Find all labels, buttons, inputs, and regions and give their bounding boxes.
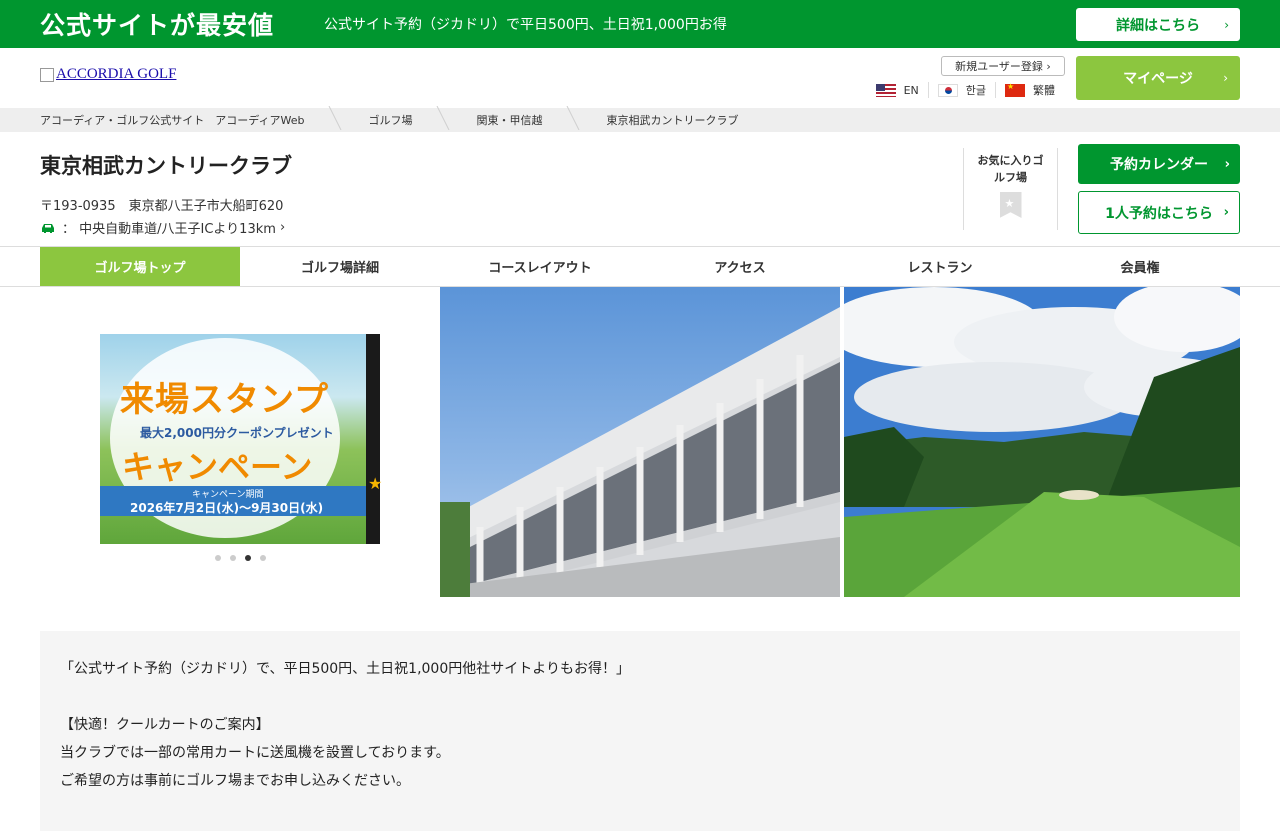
carousel-dot[interactable] [260, 555, 266, 561]
notice-line: 当クラブでは一部の常用カートに送風機を設置しております。 [60, 745, 450, 761]
clubhouse-photo [440, 287, 840, 597]
access-text: 中央自動車道/八王子ICより13km [79, 222, 276, 237]
carousel-dot-active[interactable] [245, 555, 251, 561]
breadcrumb-separator-icon [567, 106, 580, 130]
calendar-button-label: 予約カレンダー [1110, 157, 1208, 173]
clubhouse-image [440, 307, 840, 597]
chevron-right-icon: › [1224, 156, 1230, 172]
site-logo-link[interactable]: ACCORDIA GOLF [40, 66, 176, 83]
banner-line3: キャンペーン [122, 448, 313, 486]
carousel-dot[interactable] [230, 555, 236, 561]
favorite-button[interactable]: お気に入りゴルフ場 [963, 148, 1058, 230]
tab-membership[interactable]: 会員権 [1040, 247, 1240, 286]
cn-flag-icon [1005, 82, 1025, 97]
breadcrumb: アコーディア・ゴルフ公式サイト アコーディアWeb ゴルフ場 関東・甲信越 東京… [0, 106, 1280, 132]
banner-period: 2026年7月2日(水)～9月30日(水) [130, 501, 324, 515]
media-section: 来場スタンプ 最大2,000円分クーポンプレゼント キャンペーン キャンペーン期… [0, 287, 1280, 597]
breadcrumb-label: 東京相武カントリークラブ [606, 114, 739, 127]
chevron-right-icon: › [1224, 17, 1229, 32]
tab-golf-detail[interactable]: ゴルフ場詳細 [240, 247, 440, 286]
promo-subtitle: 公式サイト予約（ジカドリ）で平日500円、土日祝1,000円お得 [324, 17, 727, 33]
golf-course-image [844, 287, 1240, 597]
language-en[interactable]: EN [867, 83, 928, 97]
bookmark-star-icon [999, 192, 1022, 218]
favorite-label: お気に入りゴルフ場 [977, 154, 1044, 184]
access-colon: ： [62, 222, 80, 237]
us-flag-icon [875, 83, 896, 97]
chevron-right-icon: › [1042, 59, 1051, 73]
banner-line1: 来場スタンプ [120, 380, 329, 420]
notice-line: ご希望の方は事前にゴルフ場までお申し込みください。 [60, 773, 410, 789]
breadcrumb-separator-icon [329, 106, 342, 130]
course-header: 東京相武カントリークラブ 〒193-0935 東京都八王子市大船町620 ： 中… [0, 132, 1280, 246]
tab-course-layout[interactable]: コースレイアウト [440, 247, 640, 286]
reservation-calendar-button[interactable]: 予約カレンダー › [1078, 144, 1240, 184]
carousel-dot[interactable] [215, 555, 221, 561]
tab-restaurant[interactable]: レストラン [840, 247, 1040, 286]
breadcrumb-separator-icon [437, 106, 450, 130]
notice-line: 【快適！クールカートのご案内】 [60, 717, 270, 733]
promo-title: 公式サイトが最安値 [40, 11, 275, 40]
promo-detail-button[interactable]: 詳細はこちら › [1076, 8, 1240, 41]
language-label: 한글 [965, 84, 986, 97]
course-tabs: ゴルフ場トップ ゴルフ場詳細 コースレイアウト アクセス レストラン 会員権 [0, 246, 1280, 287]
breadcrumb-label: アコーディア・ゴルフ公式サイト アコーディアWeb [40, 114, 305, 127]
breadcrumb-item-region[interactable]: 関東・甲信越 [476, 106, 606, 130]
next-slide-peek [366, 334, 382, 544]
mypage-label: マイページ [1123, 71, 1193, 87]
course-address: 〒193-0935 東京都八王子市大船町620 [40, 199, 284, 214]
notice-line: 「公式サイト予約（ジカドリ）で、平日500円、土日祝1,000円他社サイトよりも… [60, 661, 630, 677]
chevron-right-icon: › [275, 220, 286, 235]
language-tw[interactable]: 繁體 [995, 82, 1064, 98]
course-notice: 「公式サイト予約（ジカドリ）で、平日500円、土日祝1,000円他社サイトよりも… [40, 631, 1240, 831]
carousel-dots [215, 555, 266, 561]
promo-detail-label: 詳細はこちら [1116, 17, 1200, 34]
logo-alt-text: ACCORDIA GOLF [56, 66, 177, 82]
breadcrumb-item-golf[interactable]: ゴルフ場 [368, 106, 476, 130]
campaign-banner[interactable]: 来場スタンプ 最大2,000円分クーポンプレゼント キャンペーン キャンペーン期… [100, 334, 366, 544]
tab-access[interactable]: アクセス [640, 247, 840, 286]
register-button[interactable]: 新規ユーザー登録 › [941, 56, 1065, 76]
course-photo [844, 287, 1240, 597]
language-switcher: EN 한글 繁體 [867, 82, 1064, 98]
site-header: ACCORDIA GOLF 新規ユーザー登録 › EN 한글 繁體 マイページ … [0, 48, 1280, 108]
breadcrumb-label: ゴルフ場 [368, 114, 413, 127]
mypage-button[interactable]: マイページ › [1076, 56, 1240, 100]
car-icon [42, 223, 54, 233]
course-access-link[interactable]: ： 中央自動車道/八王子ICより13km › [40, 218, 285, 237]
breadcrumb-item-home[interactable]: アコーディア・ゴルフ公式サイト アコーディアWeb [40, 106, 368, 130]
breadcrumb-item-current: 東京相武カントリークラブ [606, 112, 802, 128]
language-label: 繁體 [1033, 84, 1055, 97]
chevron-right-icon: › [1223, 71, 1228, 85]
register-label: 新規ユーザー登録 [955, 60, 1043, 73]
page-title: 東京相武カントリークラブ [40, 154, 292, 178]
banner-line2: 最大2,000円分クーポンプレゼント [140, 426, 334, 440]
broken-image-icon [40, 67, 54, 82]
solo-reservation-button[interactable]: 1人予約はこちら › [1078, 191, 1240, 234]
breadcrumb-label: 関東・甲信越 [476, 114, 543, 127]
promo-bar: 公式サイトが最安値 公式サイト予約（ジカドリ）で平日500円、土日祝1,000円… [0, 0, 1280, 48]
solo-button-label: 1人予約はこちら [1105, 205, 1213, 222]
notice-spacer [60, 683, 1220, 711]
language-label: EN [903, 83, 919, 97]
chevron-right-icon: › [1223, 205, 1229, 220]
language-kr[interactable]: 한글 [927, 82, 995, 98]
tab-golf-top[interactable]: ゴルフ場トップ [40, 247, 240, 286]
kr-flag-icon [937, 83, 958, 97]
